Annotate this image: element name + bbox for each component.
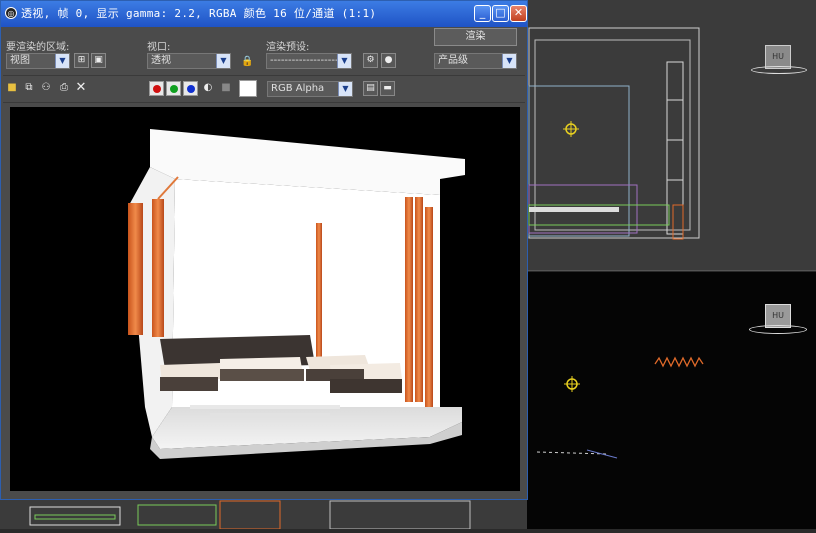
perspective-viewport[interactable]: HU: [527, 272, 816, 529]
chevron-down-icon: ▼: [338, 82, 352, 96]
production-dropdown[interactable]: 产品级 ▼: [434, 53, 517, 69]
toggle-ui-overlay-icon[interactable]: ▤: [363, 81, 378, 96]
render-frame-icon: ◎: [5, 7, 17, 19]
environment-icon[interactable]: ●: [381, 53, 396, 68]
close-button[interactable]: ✕: [510, 5, 527, 22]
render-setup-icon[interactable]: ⚙: [363, 53, 378, 68]
chevron-down-icon: ▼: [55, 54, 69, 68]
channel-display-dropdown[interactable]: RGB Alpha ▼: [267, 81, 353, 97]
camera-object-base: [749, 325, 807, 334]
green-channel-icon: [170, 85, 178, 93]
red-channel-icon: [153, 85, 161, 93]
lock-icon[interactable]: 🔒: [241, 56, 253, 68]
print-image-icon[interactable]: ⎙: [58, 82, 70, 94]
render-frame-window: ◎ 透视, 帧 0, 显示 gamma: 2.2, RGBA 颜色 16 位/通…: [0, 0, 528, 500]
render-preset-value: -------------------: [270, 55, 339, 66]
toolbar-divider: [3, 75, 525, 76]
clear-icon[interactable]: ✕: [75, 81, 87, 94]
production-value: 产品级: [438, 55, 468, 66]
rendered-image[interactable]: [10, 107, 520, 491]
blue-channel-icon: [187, 85, 195, 93]
viewport-dropdown[interactable]: 透视 ▼: [147, 53, 231, 69]
viewport-label: 视口:: [147, 42, 171, 53]
edit-region-icon[interactable]: ⊞: [74, 53, 89, 68]
auto-region-icon[interactable]: ▣: [91, 53, 106, 68]
title-bar[interactable]: ◎ 透视, 帧 0, 显示 gamma: 2.2, RGBA 颜色 16 位/通…: [1, 1, 527, 27]
area-to-render-value: 视图: [10, 55, 30, 66]
left-viewport-drawing: [29, 500, 471, 530]
green-channel-toggle[interactable]: [166, 81, 181, 96]
render-preset-label: 渲染预设:: [266, 42, 310, 53]
maximize-button[interactable]: □: [492, 5, 509, 22]
area-to-render-label: 要渲染的区域:: [6, 42, 70, 53]
top-viewport-drawing: [528, 27, 700, 240]
camera-object-base: [751, 66, 807, 74]
render-button[interactable]: 渲染: [434, 28, 517, 46]
save-image-icon[interactable]: ■: [6, 82, 18, 94]
chevron-down-icon: ▼: [337, 54, 351, 68]
copy-image-icon[interactable]: ⧉: [23, 82, 35, 94]
chevron-down-icon: ▼: [502, 54, 516, 68]
window-title: 透视, 帧 0, 显示 gamma: 2.2, RGBA 颜色 16 位/通道 …: [21, 7, 377, 20]
area-to-render-dropdown[interactable]: 视图 ▼: [6, 53, 70, 69]
chevron-down-icon: ▼: [216, 54, 230, 68]
top-viewport[interactable]: HU: [527, 0, 816, 271]
alpha-channel-icon[interactable]: ◐: [202, 82, 214, 94]
viewport-value: 透视: [151, 55, 171, 66]
red-channel-toggle[interactable]: [149, 81, 164, 96]
left-viewport[interactable]: [0, 497, 527, 530]
clone-frame-icon[interactable]: ⚇: [40, 82, 52, 94]
render-preset-dropdown[interactable]: ------------------- ▼: [266, 53, 352, 69]
toggle-ui-icon[interactable]: ▬: [380, 81, 395, 96]
canvas-divider: [3, 102, 525, 103]
blue-channel-toggle[interactable]: [183, 81, 198, 96]
minimize-button[interactable]: _: [474, 5, 491, 22]
monochrome-icon[interactable]: ■: [220, 82, 232, 94]
rendered-room-scene: [128, 129, 465, 459]
swatch-color[interactable]: [239, 80, 257, 97]
channel-display-value: RGB Alpha: [271, 83, 325, 94]
